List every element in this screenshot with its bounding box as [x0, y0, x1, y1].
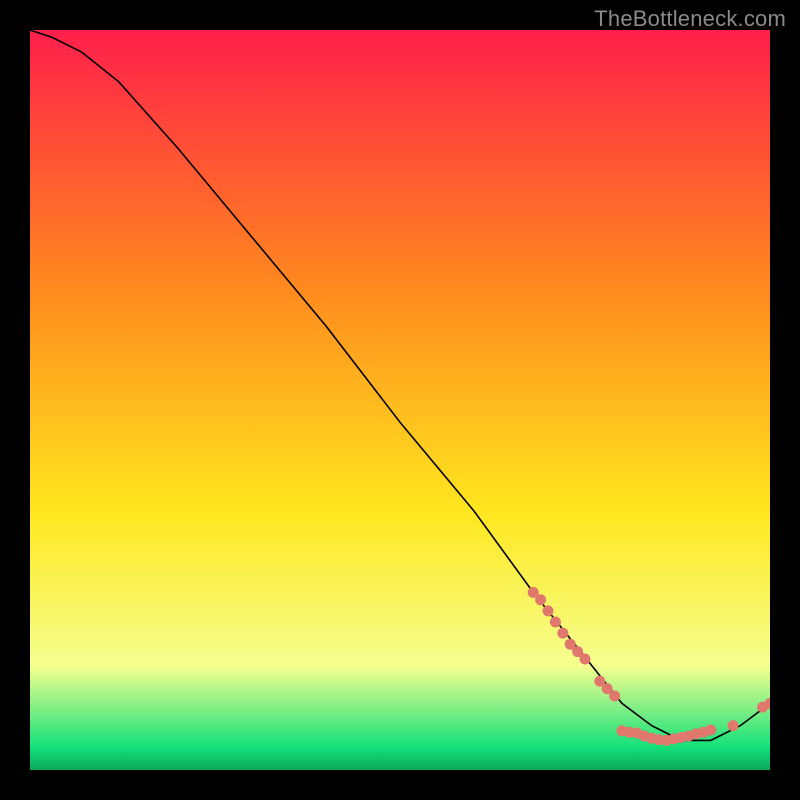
data-marker [557, 628, 568, 639]
data-marker [535, 594, 546, 605]
plot-area [30, 30, 770, 770]
data-marker [550, 617, 561, 628]
gradient-background [30, 30, 770, 770]
chart-frame: TheBottleneck.com [0, 0, 800, 800]
data-marker [543, 605, 554, 616]
data-marker [580, 654, 591, 665]
watermark-text: TheBottleneck.com [594, 6, 786, 32]
data-marker [705, 725, 716, 736]
data-marker [609, 691, 620, 702]
data-marker [728, 720, 739, 731]
chart-svg [30, 30, 770, 770]
